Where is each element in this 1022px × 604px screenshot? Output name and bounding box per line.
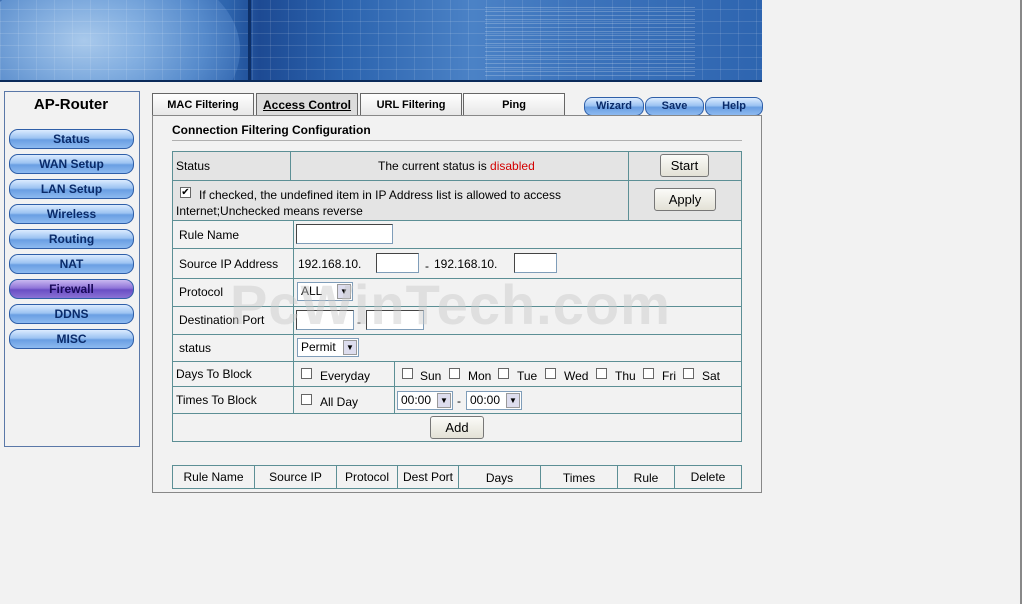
time-range-dash: - <box>457 394 461 408</box>
col-rule-name: Rule Name <box>183 470 244 484</box>
col-dest-port: Dest Port <box>402 470 453 484</box>
sidebar-item-misc[interactable]: MISC <box>9 329 134 349</box>
sidebar-item-firewall[interactable]: Firewall <box>9 279 134 299</box>
section-divider <box>172 140 742 141</box>
checkbox-text-line1: If checked, the undefined item in IP Add… <box>199 188 561 202</box>
sidebar-item-wan-setup[interactable]: WAN Setup <box>9 154 134 174</box>
day-sun-checkbox[interactable] <box>402 368 413 379</box>
apply-button[interactable]: Apply <box>654 188 716 211</box>
source-ip-label: Source IP Address <box>179 257 279 271</box>
col-source-ip: Source IP <box>269 470 322 484</box>
day-sat-checkbox[interactable] <box>683 368 694 379</box>
day-tue-label: Tue <box>517 369 538 383</box>
day-thu-checkbox[interactable] <box>596 368 607 379</box>
allow-undefined-checkbox[interactable]: ✔ <box>180 187 191 198</box>
tab-mac-filtering[interactable]: MAC Filtering <box>152 93 254 116</box>
sidebar-item-wireless[interactable]: Wireless <box>9 204 134 224</box>
section-title: Connection Filtering Configuration <box>172 123 371 137</box>
day-sat-label: Sat <box>702 369 721 383</box>
chevron-down-icon: ▼ <box>506 393 520 408</box>
all-day-label: All Day <box>320 395 359 409</box>
tab-url-filtering[interactable]: URL Filtering <box>360 93 462 116</box>
everyday-label: Everyday <box>320 369 371 383</box>
day-mon-checkbox[interactable] <box>449 368 460 379</box>
day-wed-label: Wed <box>564 369 589 383</box>
day-tue-checkbox[interactable] <box>498 368 509 379</box>
help-button[interactable]: Help <box>705 97 763 116</box>
protocol-select[interactable]: ALL ▼ <box>297 282 353 301</box>
source-ip-start-input[interactable] <box>376 253 419 273</box>
checkbox-text-line2: Internet;Unchecked means reverse <box>176 204 363 218</box>
sidebar-item-ddns[interactable]: DDNS <box>9 304 134 324</box>
chevron-down-icon: ▼ <box>437 393 451 408</box>
everyday-checkbox[interactable] <box>301 368 312 379</box>
sidebar-item-nat[interactable]: NAT <box>9 254 134 274</box>
destination-port-label: Destination Port <box>179 313 265 327</box>
day-mon-label: Mon <box>468 369 492 383</box>
chevron-down-icon: ▼ <box>343 340 357 355</box>
status-label: Status <box>176 159 211 173</box>
tab-access-control[interactable]: Access Control <box>256 93 358 116</box>
start-button[interactable]: Start <box>660 154 709 177</box>
day-thu-label: Thu <box>615 369 636 383</box>
day-fri-checkbox[interactable] <box>643 368 654 379</box>
source-ip-end-input[interactable] <box>514 253 557 273</box>
day-wed-checkbox[interactable] <box>545 368 556 379</box>
ip-prefix-end: 192.168.10. <box>434 257 498 271</box>
rule-status-label: status <box>179 341 212 355</box>
status-text: The current status is disabled <box>378 159 535 173</box>
tab-ping[interactable]: Ping <box>463 93 565 116</box>
rule-name-input[interactable] <box>296 224 393 244</box>
col-times: Times <box>562 471 596 485</box>
header-banner <box>0 0 762 82</box>
col-delete: Delete <box>690 470 726 484</box>
brand-title: AP-Router <box>33 96 109 113</box>
dest-port-start-input[interactable] <box>296 310 354 330</box>
day-sun-label: Sun <box>420 369 442 383</box>
rule-name-label: Rule Name <box>179 228 240 242</box>
ip-prefix-start: 192.168.10. <box>298 257 362 271</box>
col-protocol: Protocol <box>344 470 390 484</box>
sidebar-item-lan-setup[interactable]: LAN Setup <box>9 179 134 199</box>
sidebar-item-routing[interactable]: Routing <box>9 229 134 249</box>
times-to-block-label: Times To Block <box>176 393 257 407</box>
day-fri-label: Fri <box>662 369 676 383</box>
dest-port-dash: - <box>357 315 361 329</box>
time-from-select[interactable]: 00:00 ▼ <box>397 391 453 410</box>
col-rule: Rule <box>633 471 659 485</box>
save-button[interactable]: Save <box>645 97 704 116</box>
col-days: Days <box>485 471 514 485</box>
protocol-label: Protocol <box>179 285 224 299</box>
wizard-button[interactable]: Wizard <box>584 97 644 116</box>
chevron-down-icon: ▼ <box>337 284 351 299</box>
dest-port-end-input[interactable] <box>366 310 424 330</box>
rule-status-select[interactable]: Permit ▼ <box>297 338 359 357</box>
status-value: disabled <box>490 159 535 173</box>
time-to-select[interactable]: 00:00 ▼ <box>466 391 522 410</box>
ip-range-dash: - <box>425 259 429 273</box>
all-day-checkbox[interactable] <box>301 394 312 405</box>
add-button[interactable]: Add <box>430 416 484 439</box>
days-to-block-label: Days To Block <box>176 367 252 381</box>
sidebar-item-status[interactable]: Status <box>9 129 134 149</box>
